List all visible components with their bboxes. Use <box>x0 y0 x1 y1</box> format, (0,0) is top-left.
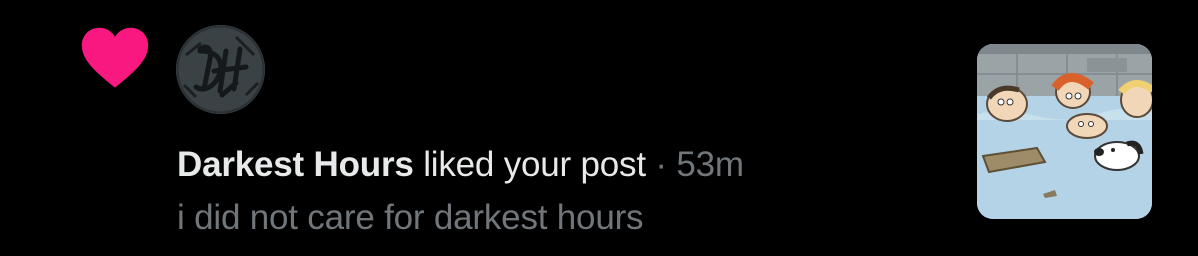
action-text: liked your post <box>423 145 646 184</box>
actor-avatar[interactable] <box>176 25 265 114</box>
actor-name[interactable]: Darkest Hours <box>177 145 414 184</box>
post-image-thumbnail[interactable] <box>977 44 1152 219</box>
notification-text: Darkest Hours liked your post · 53m i di… <box>177 143 937 240</box>
heart-icon <box>81 27 149 88</box>
post-preview-text: i did not care for darkest hours <box>177 198 644 237</box>
timestamp[interactable]: 53m <box>676 145 744 184</box>
notification-headline: Darkest Hours liked your post · 53m <box>177 143 937 187</box>
separator-dot: · <box>655 145 667 184</box>
like-notification[interactable]: Darkest Hours liked your post · 53m i di… <box>0 0 1198 256</box>
avatar-dh-monogram <box>176 25 265 114</box>
post-image <box>977 44 1152 219</box>
